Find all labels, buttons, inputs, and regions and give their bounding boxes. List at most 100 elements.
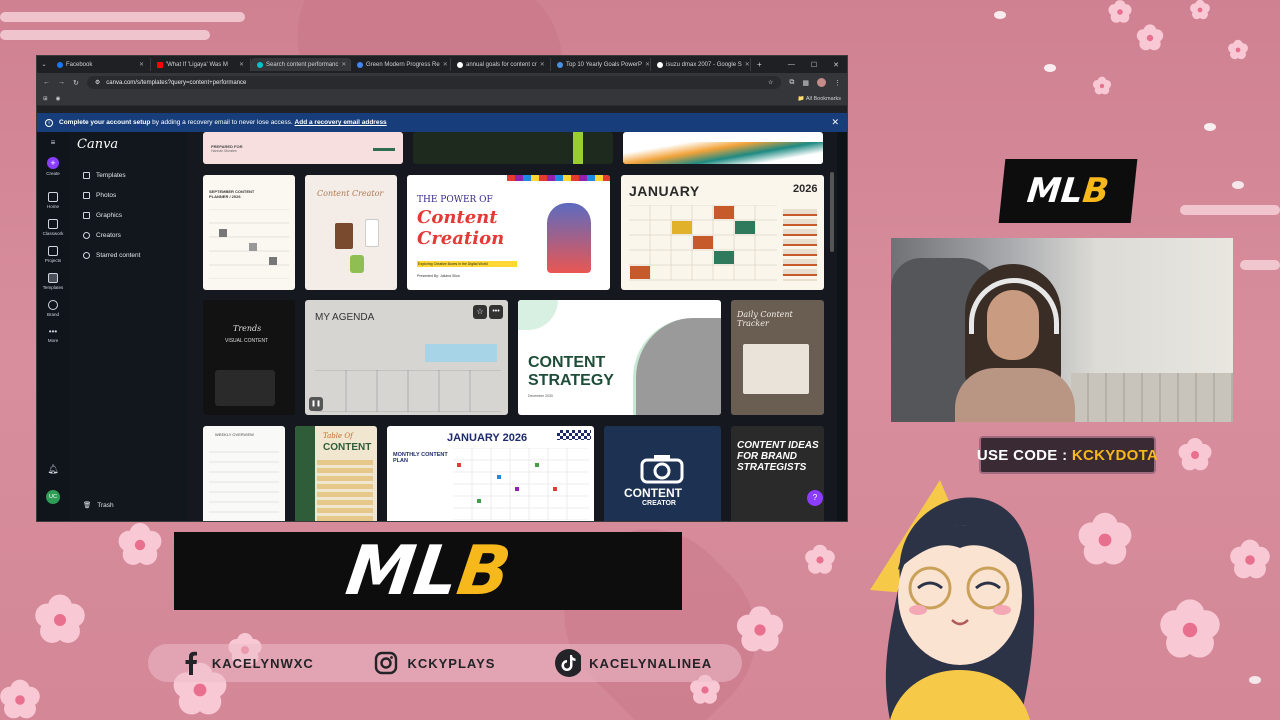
template-card[interactable]: CONTENT CREATOR <box>604 426 721 521</box>
tab-isuzu[interactable]: isuzu dmax 2007 - Google S ✕ <box>651 58 751 71</box>
minimize-icon[interactable]: — <box>788 61 795 69</box>
close-tab-icon[interactable]: ✕ <box>540 61 545 68</box>
template-card[interactable]: Daily Content Tracker <box>731 300 824 415</box>
tab-green-modern[interactable]: Green Modern Progress Re ✕ <box>351 58 451 71</box>
profile-avatar-icon[interactable] <box>817 78 826 87</box>
rail-collapse[interactable]: ≡ <box>51 138 56 147</box>
nav-creators[interactable]: Creators <box>83 232 121 239</box>
template-card[interactable]: JANUARY 2026 MONTHLY CONTENT PLAN <box>387 426 594 521</box>
pause-icon[interactable]: ❚❚ <box>309 397 323 411</box>
add-recovery-email-link[interactable]: Add a recovery email address <box>295 119 387 126</box>
template-card-hovered[interactable]: MY AGENDA ☆ ••• ❚❚ <box>305 300 508 415</box>
card-text: Presented By: Juliana Silva <box>417 274 460 278</box>
template-card[interactable]: Trends VISUAL CONTENT <box>203 300 295 415</box>
template-card[interactable]: JANUARY 2026 <box>621 175 824 290</box>
template-card[interactable]: THE POWER OF Content Creation Exploring … <box>407 175 610 290</box>
rail-more[interactable]: ••• More <box>48 327 58 343</box>
card-text: WEEKLY OVERVIEW <box>215 432 254 437</box>
tab-search-icon[interactable]: ⌄ <box>37 61 51 68</box>
new-tab-button[interactable]: + <box>751 60 768 69</box>
tab-canva-search[interactable]: Search content performanc ✕ <box>251 58 351 71</box>
template-card[interactable]: CONTENT IDEAS FOR BRAND STRATEGISTS ? <box>731 426 824 521</box>
template-card[interactable]: Table Of CONTENT <box>295 426 377 521</box>
extensions-icon[interactable]: ⧉ <box>789 79 794 87</box>
canva-logo[interactable]: Canva <box>77 137 118 152</box>
card-decoration <box>335 223 353 249</box>
rail-create[interactable]: + Create <box>46 157 60 176</box>
star-icon[interactable]: ☆ <box>473 305 487 319</box>
tab-annual-goals[interactable]: annual goals for content cr ✕ <box>451 58 551 71</box>
rail-templates[interactable]: Templates <box>43 273 63 290</box>
menu-kebab-icon[interactable]: ⋮ <box>834 79 841 87</box>
social-tiktok: KACELYNALINEA <box>555 649 712 677</box>
forward-icon[interactable]: → <box>58 79 65 86</box>
tab-label: isuzu dmax 2007 - Google S <box>666 61 742 68</box>
card-text: Daily Content Tracker <box>737 310 793 328</box>
close-tab-icon[interactable]: ✕ <box>341 61 346 68</box>
nav-graphics[interactable]: Graphics <box>83 212 122 219</box>
sidebar-toggle-icon[interactable]: ≡ <box>51 138 56 147</box>
rail-home[interactable]: Home <box>47 192 59 209</box>
nav-starred-content[interactable]: Starred content <box>83 252 140 259</box>
tab-facebook[interactable]: Facebook ✕ <box>51 58 151 71</box>
nav-templates[interactable]: Templates <box>83 172 126 179</box>
tab-youtube[interactable]: 'What If 'Ligaya' Was M ✕ <box>151 58 251 71</box>
back-icon[interactable]: ← <box>43 79 50 86</box>
template-card[interactable] <box>413 132 613 164</box>
close-window-icon[interactable]: ✕ <box>833 61 839 69</box>
close-tab-icon[interactable]: ✕ <box>239 61 244 68</box>
rail-brand[interactable]: Brand <box>47 300 59 317</box>
card-decoration <box>518 300 558 330</box>
rail-projects[interactable]: Projects <box>45 246 61 263</box>
dismiss-banner-icon[interactable]: ✕ <box>831 117 839 128</box>
template-card[interactable]: Content Creator <box>305 175 397 290</box>
maximize-icon[interactable]: ☐ <box>811 61 817 69</box>
template-card[interactable]: SEPTEMBER CONTENT PLANNER / 2026 <box>203 175 295 290</box>
nav-label: Starred content <box>96 252 141 259</box>
card-text: CONTENT IDEAS FOR BRAND STRATEGISTS <box>737 440 819 473</box>
nav-label: Graphics <box>96 212 123 219</box>
downloads-icon[interactable]: ▦ <box>802 79 809 87</box>
close-tab-icon[interactable]: ✕ <box>745 61 750 68</box>
promo-code-value: KCKYDOTA <box>1071 446 1159 464</box>
close-tab-icon[interactable]: ✕ <box>645 61 650 68</box>
close-tab-icon[interactable]: ✕ <box>443 61 448 68</box>
social-instagram: KCKYPLAYS <box>373 650 495 676</box>
more-options-icon[interactable]: ••• <box>489 305 503 319</box>
card-text: MONTHLY CONTENT PLAN <box>393 452 448 464</box>
template-card[interactable] <box>623 132 823 164</box>
tab-label: Green Modern Progress Re <box>366 61 440 68</box>
card-decoration <box>365 219 379 247</box>
tab-label: 'What If 'Ligaya' Was M <box>166 61 228 68</box>
nav-trash[interactable]: 🗑︎ Trash <box>83 501 114 510</box>
apps-grid-icon[interactable]: ⊞ <box>43 96 48 102</box>
browser-window: ⌄ Facebook ✕ 'What If 'Ligaya' Was M ✕ Sea… <box>36 55 848 522</box>
rail-account[interactable]: UC <box>46 490 60 504</box>
address-bar-row: ← → ↻ ⚙ canva.com/s/templates?query=cont… <box>37 73 847 92</box>
bookmark-star-icon[interactable]: ☆ <box>768 79 773 86</box>
template-card[interactable]: WEEKLY OVERVIEW <box>203 426 285 521</box>
template-card[interactable]: CONTENT STRATEGY December 2030 <box>518 300 721 415</box>
tab-yearly-goals[interactable]: Top 10 Yearly Goals PowerP ✕ <box>551 58 651 71</box>
close-tab-icon[interactable]: ✕ <box>139 61 144 68</box>
help-button[interactable]: ? <box>807 490 823 506</box>
template-card[interactable]: PREPARED FOR Hannah Morales <box>203 132 403 164</box>
bookmarks-bar: ⊞ ◉ 📁 All Bookmarks <box>37 92 847 106</box>
account-setup-banner: i Complete your account setup by adding … <box>37 113 847 132</box>
canva-side-panel: Canva Templates Photos Graphics Creators… <box>69 132 187 521</box>
site-info-icon[interactable]: ⚙ <box>95 79 100 86</box>
card-text: CONTENT <box>624 486 682 500</box>
graduation-cap-icon <box>47 219 58 229</box>
url-field[interactable]: ⚙ canva.com/s/templates?query=content+pe… <box>86 76 782 89</box>
brand-logo-text: ML <box>341 531 464 611</box>
reload-icon[interactable]: ↻ <box>73 79 79 87</box>
results-scrollbar[interactable] <box>830 172 834 252</box>
bookmark-globe-icon[interactable]: ◉ <box>56 96 61 102</box>
home-icon <box>47 192 58 202</box>
rail-classwork[interactable]: Classwork <box>43 219 63 236</box>
rail-notifications[interactable]: 🔔︎ <box>47 464 58 475</box>
nav-photos[interactable]: Photos <box>83 192 116 199</box>
all-bookmarks-link[interactable]: 📁 All Bookmarks <box>798 96 841 102</box>
camera-icon <box>640 455 684 484</box>
social-handles-bar: KACELYNWXC KCKYPLAYS KACELYNALINEA <box>148 644 742 682</box>
